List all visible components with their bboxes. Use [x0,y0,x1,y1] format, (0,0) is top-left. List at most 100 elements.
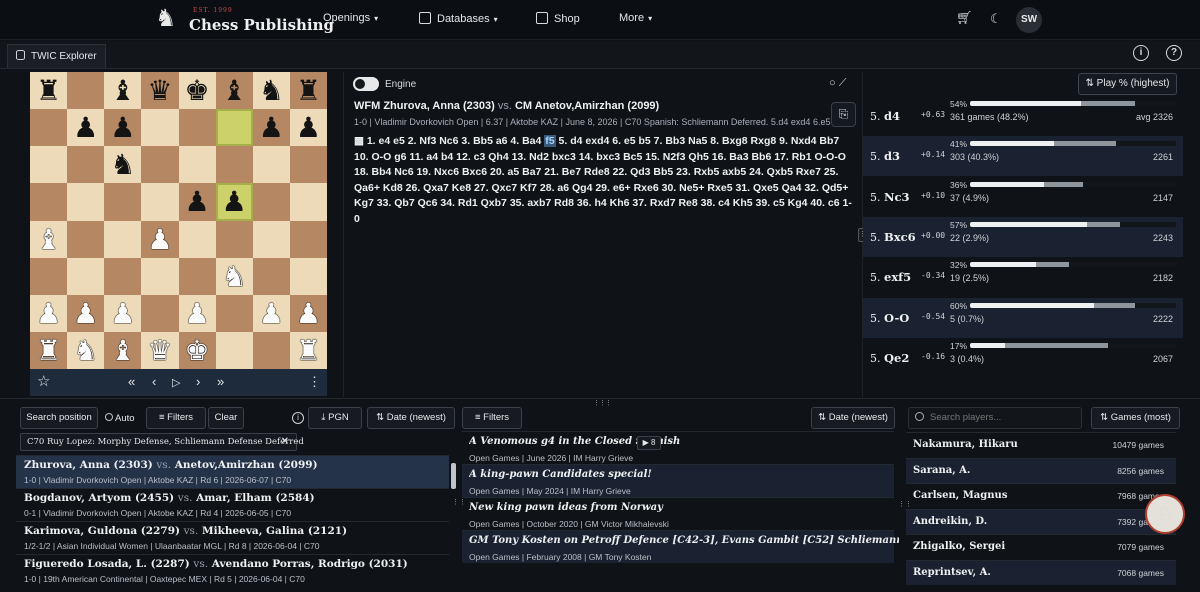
white-bishop-piece[interactable]: ♝ [104,332,141,369]
square-d5[interactable] [141,183,179,221]
white-knight-piece[interactable]: ♞ [67,332,104,369]
square-g1[interactable] [252,331,290,369]
square-e6[interactable] [178,146,216,184]
square-a3[interactable] [30,257,68,295]
white-pawn-piece[interactable]: ♟ [141,221,178,258]
info-icon[interactable]: i [292,412,304,424]
black-bishop-piece[interactable]: ♝ [104,72,141,109]
player-row[interactable]: Zhigalko, Sergei 7079 games [906,534,1176,560]
player-row[interactable]: Nakamura, Hikaru 10479 games [906,432,1176,458]
play-icon[interactable]: ▷ [172,376,180,389]
articles-filters-button[interactable]: ≡ Filters [462,407,522,429]
moves-after[interactable]: 5. d4 exd4 6. e5 b5 7. Bb3 Na5 8. Bxg8 R… [354,135,852,225]
game-row[interactable]: Zhurova, Anna (2303) vs. Anetov,Amirzhan… [16,455,449,488]
square-b3[interactable] [67,257,105,295]
black-knight-piece[interactable]: ♞ [253,72,290,109]
game-row[interactable]: Karimova, Guldona (2279) vs. Mikheeva, G… [16,521,449,554]
square-e3[interactable] [178,257,216,295]
articles-sort-button[interactable]: ⇅ Date (newest) [811,407,895,429]
filter-chip[interactable]: C70 Ruy Lopez: Morphy Defense, Schlieman… [20,433,304,451]
square-b4[interactable] [67,220,105,258]
black-pawn-piece[interactable]: ♟ [253,109,290,146]
square-c5[interactable] [104,183,142,221]
nav-shop[interactable]: Shop [536,12,580,25]
move-stat-row[interactable]: 5. Qe2 -0.16 17% 3 (0.4%) 2067 [863,338,1183,378]
white-king-piece[interactable]: ♚ [179,332,216,369]
square-a7[interactable] [30,109,68,147]
square-a5[interactable] [30,183,68,221]
black-knight-piece[interactable]: ♞ [104,146,141,183]
white-pawn-piece[interactable]: ♟ [179,295,216,332]
nav-openings[interactable]: Openings ▾ [323,12,378,24]
sort-date-button[interactable]: ⇅ Date (newest) [367,407,455,429]
article-row[interactable]: GM Tony Kosten on Petroff Defence [C42-3… [462,530,899,563]
scrollbar[interactable] [451,463,456,489]
black-rook-piece[interactable]: ♜ [290,72,327,109]
square-f4[interactable] [215,220,253,258]
resize-handle[interactable]: ⋮⋮⋮ [593,399,612,407]
move-stat-row[interactable]: 5. exf5 -0.34 32% 19 (2.5%) 2182 [863,257,1183,297]
first-move-icon[interactable]: « [128,374,135,389]
article-row[interactable]: A king-pawn Candidates special! Open Game… [462,464,894,497]
players-sort-button[interactable]: ⇅ Games (most) [1091,407,1180,429]
move-stat-row[interactable]: 5. Bxc6 +0.00 57% 22 (2.9%) 2243 [863,216,1183,257]
black-bishop-piece[interactable]: ♝ [216,72,253,109]
move-stat-row[interactable]: 5. d3 +0.14 41% 303 (40.3%) 2261 [863,136,1183,177]
player-row[interactable]: Reprintsev, A. 7068 games [906,559,1176,585]
previous-move-icon[interactable]: ‹ [152,374,156,389]
avatar[interactable]: SW [1016,7,1042,33]
white-rook-piece[interactable]: ♜ [30,332,67,369]
square-h6[interactable] [289,146,327,184]
square-b6[interactable] [67,146,105,184]
square-c4[interactable] [104,220,142,258]
clear-button[interactable]: Clear [208,407,244,429]
black-pawn-piece[interactable]: ♟ [179,183,216,220]
article-row[interactable]: New king pawn ideas from Norway Open Game… [462,497,894,530]
square-g5[interactable] [252,183,290,221]
black-pawn-piece[interactable]: ♟ [216,183,253,220]
white-bishop-piece[interactable]: ♝ [30,221,67,258]
white-rook-piece[interactable]: ♜ [290,332,327,369]
analysis-board-icon[interactable]: ▩ [354,135,367,147]
square-b5[interactable] [67,183,105,221]
square-d3[interactable] [141,257,179,295]
white-pawn-piece[interactable]: ♟ [104,295,141,332]
search-position-button[interactable]: Search position [20,407,98,429]
next-move-icon[interactable]: › [196,374,200,389]
square-d2[interactable] [141,294,179,332]
more-options-icon[interactable]: ⋮ [308,374,321,390]
last-move-icon[interactable]: » [217,374,224,389]
square-g3[interactable] [252,257,290,295]
info-icon[interactable]: i [1133,45,1149,61]
square-b8[interactable] [67,72,105,110]
move-stat-row[interactable]: 5. O-O -0.54 60% 5 (0.7%) 2222 [863,297,1183,338]
circle-icon[interactable]: ○ [829,77,836,89]
square-d7[interactable] [141,109,179,147]
engine-toggle[interactable] [353,77,379,91]
black-pawn-piece[interactable]: ♟ [104,109,141,146]
close-icon[interactable]: ✕ [281,434,289,450]
square-e7[interactable] [178,109,216,147]
chess-board[interactable]: ♜ ♝ ♛ ♚ ♝ ♞ ♜ ♟ ♟ ♟ ♟ ♞ ♟ ♟ ♝ ♟ ♞ ♟ ♟ ♟ ♟ ♟ ♟ ♜ ♞ ♝ ♛ ♚ ♜ [30,72,327,369]
moves-before[interactable]: 1. e4 e5 2. Nf3 Nc6 3. Bb5 a6 4. Ba4 [367,135,544,147]
square-e4[interactable] [178,220,216,258]
white-queen-piece[interactable]: ♛ [141,332,178,369]
black-player[interactable]: CM Anetov,Amirzhan (2099) [515,100,659,112]
black-pawn-piece[interactable]: ♟ [290,109,327,146]
square-f1[interactable] [215,331,253,369]
player-row[interactable]: Carlsen, Magnus 7968 games [906,483,1176,509]
square-h4[interactable] [289,220,327,258]
cart-icon[interactable]: 🛒︎ [956,11,973,24]
help-icon[interactable]: ? [1166,45,1182,61]
white-pawn-piece[interactable]: ♟ [30,295,67,332]
auto-radio[interactable] [105,413,113,421]
brand-logo[interactable]: ♞ EST. 1999 Chess Publishing [155,4,334,36]
square-c3[interactable] [104,257,142,295]
square-f2[interactable] [215,294,253,332]
square-a6[interactable] [30,146,68,184]
nav-databases[interactable]: Databases ▾ [419,12,498,25]
square-g4[interactable] [252,220,290,258]
move-stat-row[interactable]: 5. d4 +0.63 54% 361 games (48.2%) avg 2326 [863,96,1183,136]
player-search-input[interactable] [930,412,1070,423]
square-h5[interactable] [289,183,327,221]
